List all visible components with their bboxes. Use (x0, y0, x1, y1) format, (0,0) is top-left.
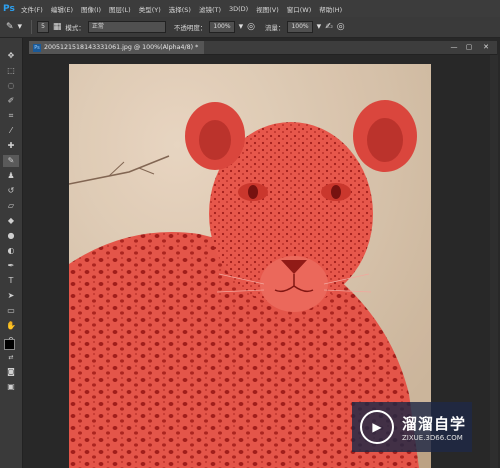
opacity-label: 不透明度： (173, 24, 207, 32)
screen-mode-icon[interactable]: ▣ (3, 381, 19, 393)
dodge-tool-icon[interactable]: ◐ (3, 245, 19, 257)
hand-tool-icon[interactable]: ✋ (3, 320, 19, 332)
brush-panel-icon[interactable]: ▦ (53, 22, 62, 32)
options-bar: ✎ ▾ 5 ▦ 模式： 正常 不透明度： 100% ▾ ◎ 流量： 100% ▾… (0, 17, 500, 38)
airbrush-icon[interactable]: ✍ (325, 22, 333, 32)
watermark-badge: ▶ 溜溜自学 ZIXUE.3D66.COM (352, 402, 472, 452)
maximize-icon[interactable]: ▢ (464, 43, 474, 52)
healing-brush-icon[interactable]: ✚ (3, 140, 19, 152)
brush-tool-icon[interactable]: ✎ (6, 22, 14, 32)
menu-window[interactable]: 窗口(W) (287, 4, 312, 14)
mode-select[interactable]: 正常 (87, 21, 166, 33)
watermark-url: ZIXUE.3D66.COM (402, 433, 463, 442)
chevron-down-icon[interactable]: ▾ (317, 22, 322, 32)
marquee-tool-icon[interactable]: ⬚ (3, 65, 19, 77)
quick-select-icon[interactable]: ✐ (3, 95, 19, 107)
pen-tool-icon[interactable]: ✒ (3, 260, 19, 272)
watermark-title: 溜溜自学 (402, 414, 467, 433)
mode-label: 模式： (65, 24, 85, 32)
type-tool-icon[interactable]: T (3, 275, 19, 287)
ps-file-icon: Ps (33, 43, 41, 52)
flow-input[interactable]: 100% (287, 21, 313, 33)
pressure-opacity-icon[interactable]: ◎ (247, 22, 255, 32)
document-tab[interactable]: Ps 2005121518143331061.jpg @ 100%(Alpha4… (29, 41, 205, 54)
path-select-icon[interactable]: ➤ (3, 290, 19, 302)
brush-size-picker[interactable]: 5 (37, 21, 49, 33)
app-logo: Ps (3, 3, 15, 14)
menu-image[interactable]: 图像(I) (81, 4, 101, 14)
lasso-tool-icon[interactable]: ◌ (3, 80, 19, 92)
close-icon[interactable]: ✕ (481, 43, 491, 52)
opacity-input[interactable]: 100% (209, 21, 235, 33)
menu-view[interactable]: 视图(V) (256, 4, 279, 14)
tools-panel: ✥ ⬚ ◌ ✐ ⌗ ⁄ ✚ ✎ ♟ ↺ ▱ ◆ ● ◐ ✒ T ➤ ▭ ✋ ⚲ … (0, 38, 23, 468)
foreground-color-swatch[interactable] (4, 339, 15, 350)
move-tool-icon[interactable]: ✥ (3, 50, 19, 62)
chevron-down-icon[interactable]: ▾ (239, 22, 244, 32)
menu-bar: Ps 文件(F) 编辑(E) 图像(I) 图层(L) 类型(Y) 选择(S) 滤… (0, 0, 500, 18)
brush-tool-icon[interactable]: ✎ (3, 155, 19, 167)
shape-tool-icon[interactable]: ▭ (3, 305, 19, 317)
menu-type[interactable]: 类型(Y) (139, 4, 161, 14)
menu-select[interactable]: 选择(S) (169, 4, 191, 14)
history-brush-icon[interactable]: ↺ (3, 185, 19, 197)
vertical-scrollbar[interactable] (490, 55, 498, 468)
quick-mask-icon[interactable]: ◙ (3, 366, 19, 378)
clone-stamp-icon[interactable]: ♟ (3, 170, 19, 182)
document-tab-bar: Ps 2005121518143331061.jpg @ 100%(Alpha4… (29, 41, 497, 55)
chevron-down-icon[interactable]: ▾ (18, 22, 23, 32)
menu-help[interactable]: 帮助(H) (319, 4, 342, 14)
paint-bucket-icon[interactable]: ◆ (3, 215, 19, 227)
menu-filter[interactable]: 滤镜(T) (199, 4, 221, 14)
divider (31, 20, 33, 34)
minimize-icon[interactable]: — (449, 43, 459, 52)
pressure-size-icon[interactable]: ◎ (337, 22, 345, 32)
eyedropper-icon[interactable]: ⁄ (3, 125, 19, 137)
blur-tool-icon[interactable]: ● (3, 230, 19, 242)
crop-tool-icon[interactable]: ⌗ (3, 110, 19, 122)
flow-label: 流量： (264, 24, 285, 32)
swap-colors-icon[interactable]: ⇄ (3, 352, 19, 364)
play-icon: ▶ (360, 410, 394, 444)
document-title: 2005121518143331061.jpg @ 100%(Alpha4/8)… (44, 44, 199, 51)
menu-edit[interactable]: 编辑(E) (51, 4, 73, 14)
menu-file[interactable]: 文件(F) (21, 4, 43, 14)
eraser-icon[interactable]: ▱ (3, 200, 19, 212)
menu-layer[interactable]: 图层(L) (109, 4, 131, 14)
menu-3d[interactable]: 3D(D) (229, 5, 248, 13)
